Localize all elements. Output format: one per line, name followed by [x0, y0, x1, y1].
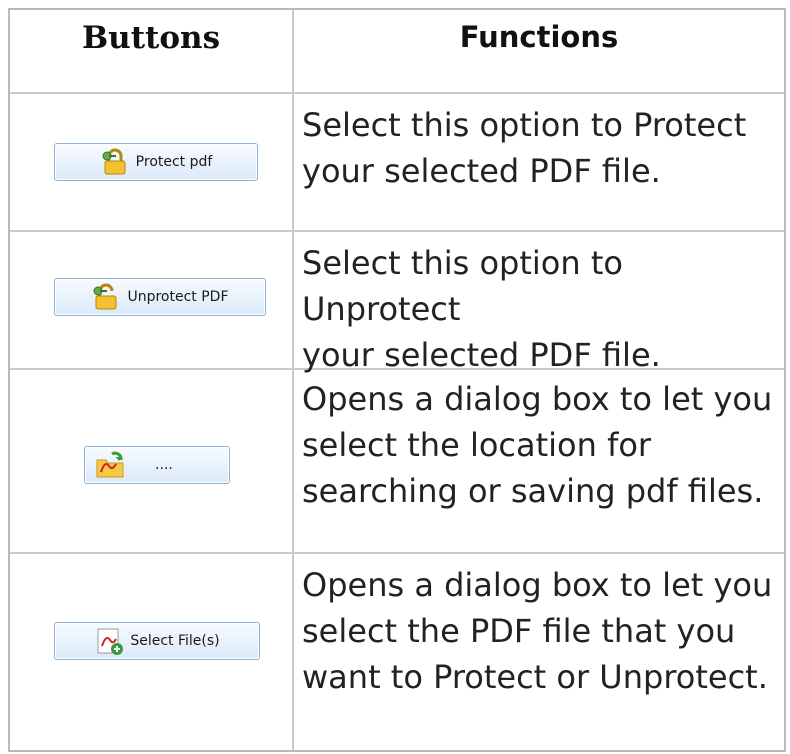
- button-label: Select File(s): [130, 633, 220, 649]
- header-functions: Functions: [459, 20, 619, 54]
- function-description: Select this option to Protect your selec…: [302, 106, 747, 190]
- function-description: Opens a dialog box to let you select the…: [302, 566, 773, 696]
- buttons-functions-table: Buttons Functions Protect pdf Select thi…: [8, 8, 786, 752]
- table-row: Unprotect PDF Select this option to Unpr…: [10, 232, 784, 374]
- browse-folder-button[interactable]: ....: [84, 446, 230, 484]
- pdf-add-file-icon: [97, 628, 124, 655]
- function-description: Opens a dialog box to let you select the…: [302, 380, 773, 510]
- function-description: Select this option to Unprotect your sel…: [302, 244, 661, 374]
- button-label: Unprotect PDF: [127, 289, 229, 305]
- table-row: Select File(s) Opens a dialog box to let…: [10, 554, 784, 750]
- select-files-button[interactable]: Select File(s): [54, 622, 260, 660]
- pdf-folder-icon: [96, 451, 124, 478]
- table-row: Protect pdf Select this option to Protec…: [10, 94, 784, 232]
- header-buttons: Buttons: [81, 20, 221, 56]
- button-label: ....: [155, 457, 173, 473]
- table-header-row: Buttons Functions: [10, 10, 784, 94]
- table-row: .... Opens a dialog box to let you selec…: [10, 370, 784, 554]
- protect-pdf-button[interactable]: Protect pdf: [54, 143, 258, 181]
- unlock-key-icon: [93, 283, 117, 310]
- button-label: Protect pdf: [135, 154, 213, 170]
- lock-key-icon: [102, 148, 126, 175]
- unprotect-pdf-button[interactable]: Unprotect PDF: [54, 278, 266, 316]
